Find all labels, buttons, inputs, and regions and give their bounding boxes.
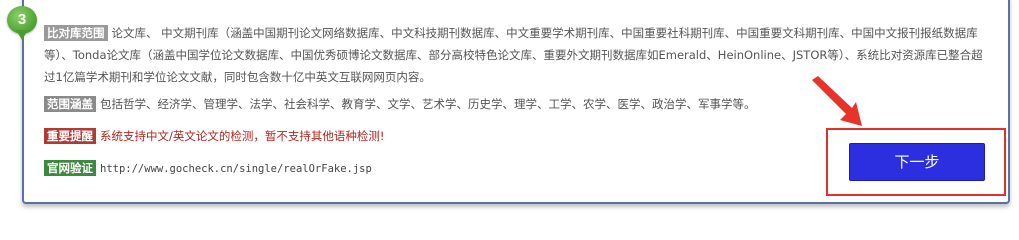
notice-text: 系统支持中文/英文论文的检测，暂不支持其他语种检测! [100, 129, 385, 143]
scope-tag: 比对库范围 [44, 25, 108, 41]
notice-tag: 重要提醒 [44, 128, 96, 144]
coverage-section: 范围涵盖 包括哲学、经济学、管理学、法学、社会科学、教育学、文学、艺术学、历史学、… [44, 93, 756, 115]
coverage-description: 包括哲学、经济学、管理学、法学、社会科学、教育学、文学、艺术学、历史学、理学、工… [100, 97, 756, 111]
verify-tag: 官网验证 [44, 160, 96, 176]
step-number-badge: 3 [7, 6, 37, 40]
next-step-button[interactable]: 下一步 [849, 143, 985, 181]
coverage-tag: 范围涵盖 [44, 96, 96, 112]
notice-section: 重要提醒 系统支持中文/英文论文的检测，暂不支持其他语种检测! [44, 125, 384, 147]
verify-section: 官网验证 http://www.gocheck.cn/single/realOrF… [44, 157, 372, 180]
pointer-arrow-icon [812, 76, 862, 126]
verify-url[interactable]: http://www.gocheck.cn/single/realOrFake.… [100, 163, 372, 175]
